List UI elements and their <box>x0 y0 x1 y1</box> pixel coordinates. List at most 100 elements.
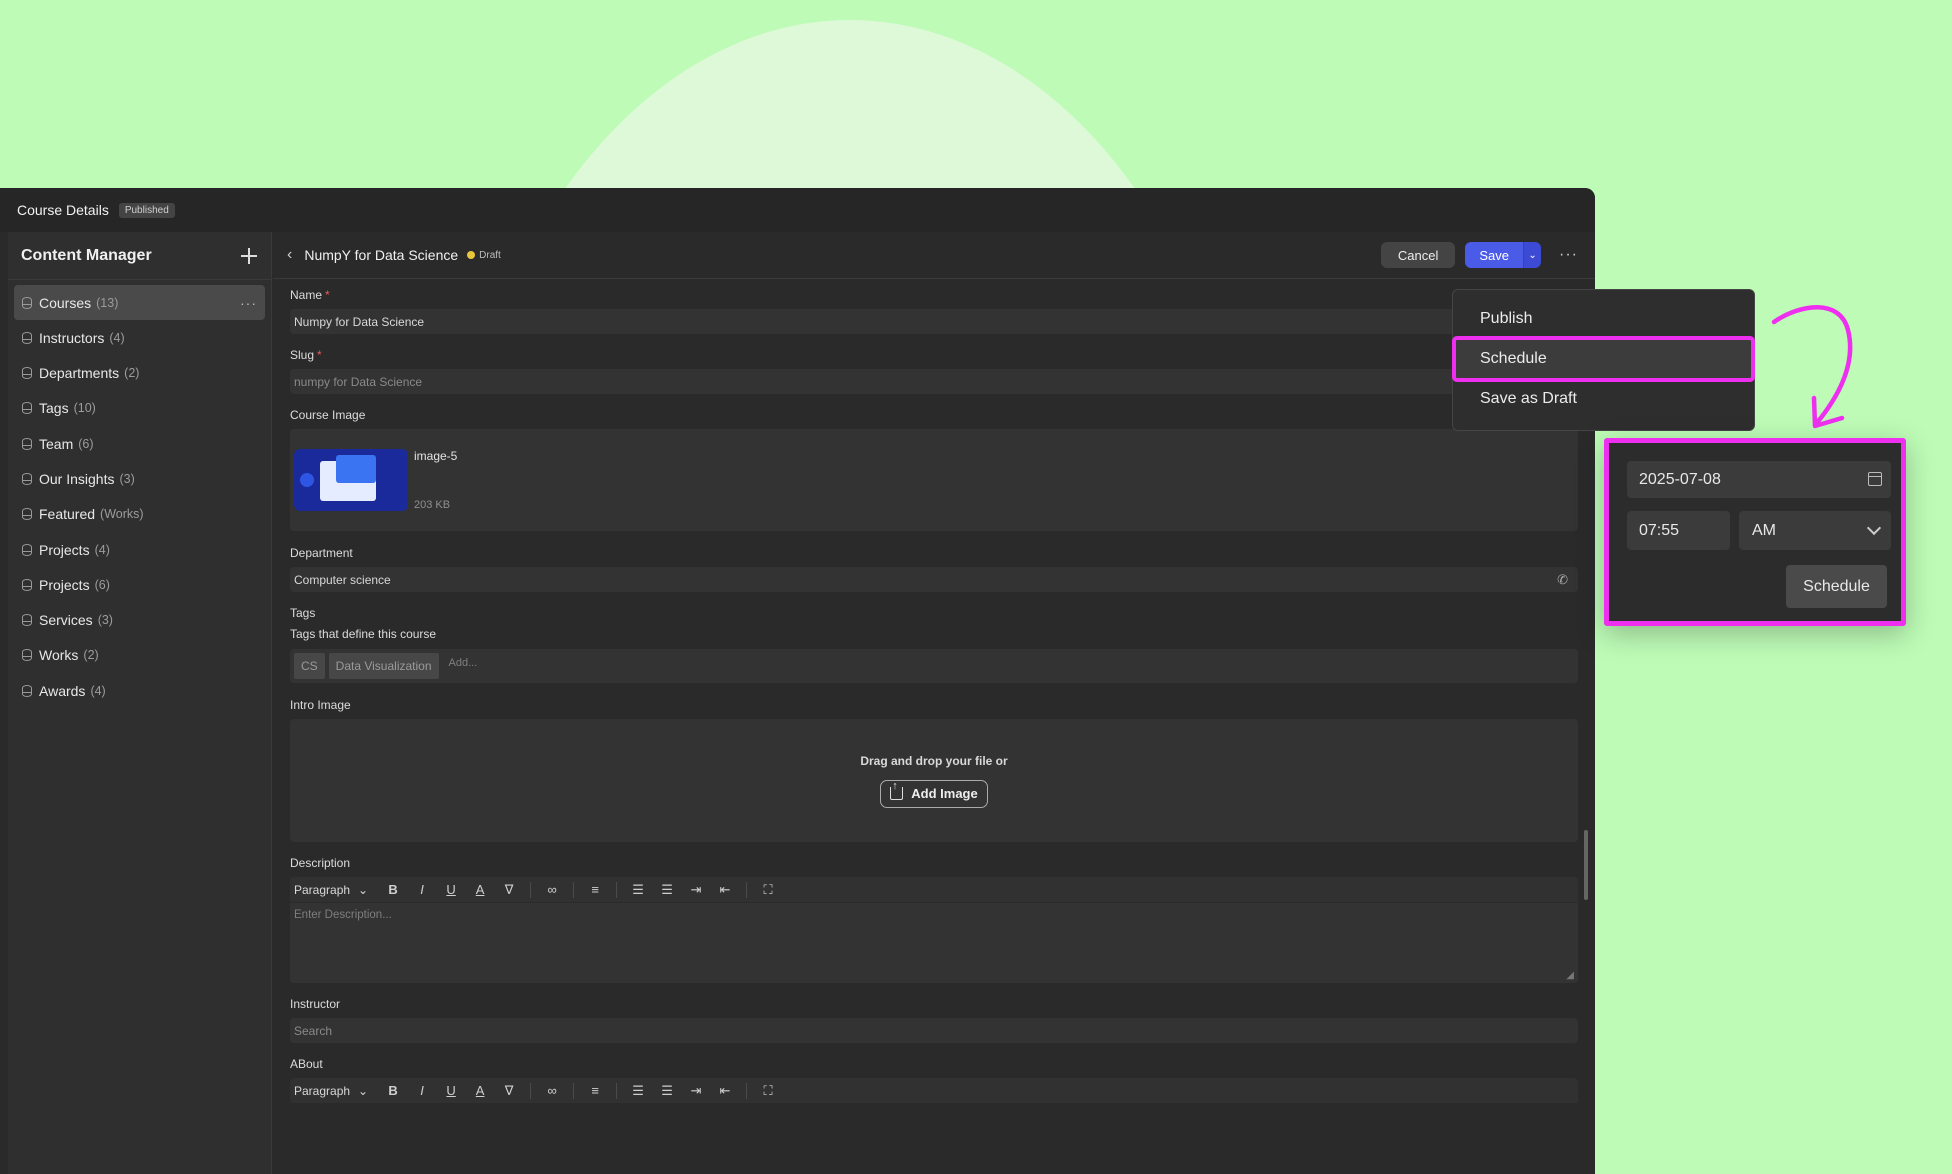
about-label: ABout <box>290 1057 323 1071</box>
image-size: 203 KB <box>414 499 451 511</box>
sidebar-item-team[interactable]: Team (6) <box>14 426 265 461</box>
schedule-date-input[interactable]: 2025-07-08 <box>1627 461 1891 498</box>
link-icon[interactable]: ∞ <box>544 882 560 897</box>
sidebar-item-label: Courses <box>39 294 92 311</box>
upload-icon <box>890 780 904 800</box>
paragraph-select[interactable]: Paragraph ⌄ <box>294 1084 368 1098</box>
save-button[interactable]: Save <box>1465 242 1524 268</box>
schedule-button[interactable]: Schedule <box>1786 565 1887 608</box>
tags-input[interactable]: CS Data Visualization Add... <box>290 649 1578 683</box>
numbered-list-icon[interactable]: ☰ <box>659 1083 675 1099</box>
schedule-time-input[interactable]: 07:55 <box>1627 511 1730 550</box>
sidebar-item-works[interactable]: Works (2) <box>14 638 265 673</box>
menu-item-save-as-draft[interactable]: Save as Draft <box>1453 379 1754 419</box>
bullet-list-icon[interactable]: ☰ <box>630 1083 646 1099</box>
underline-icon[interactable]: U <box>443 882 459 897</box>
name-input[interactable]: Numpy for Data Science <box>290 309 1578 334</box>
text-color-icon[interactable]: A <box>472 882 488 897</box>
menu-item-publish[interactable]: Publish <box>1453 299 1754 339</box>
bold-icon[interactable]: B <box>385 882 401 897</box>
outdent-icon[interactable]: ⇤ <box>717 882 733 898</box>
add-image-button[interactable]: Add Image <box>880 779 988 808</box>
tag-chip[interactable]: Data Visualization <box>328 653 439 679</box>
sidebar-item-instructors[interactable]: Instructors (4) <box>14 320 265 355</box>
align-icon[interactable]: ≡ <box>587 882 603 897</box>
course-image-thumbnail <box>294 449 408 511</box>
back-chevron-icon[interactable]: ‹ <box>287 246 292 264</box>
underline-icon[interactable]: U <box>443 1083 459 1098</box>
sidebar-item-label: Team <box>39 435 74 452</box>
instructor-search-input[interactable]: Search <box>290 1018 1578 1043</box>
scrollbar[interactable] <box>1584 830 1588 900</box>
sidebar-item-label: Featured <box>39 506 96 523</box>
schedule-period-value: AM <box>1752 521 1776 539</box>
cancel-button[interactable]: Cancel <box>1380 242 1456 268</box>
sidebar-item-our-insights[interactable]: Our Insights (3) <box>14 461 265 496</box>
indent-icon[interactable]: ⇥ <box>688 1083 704 1099</box>
sidebar: Content Manager Courses (13) ··· Instructor… <box>8 232 272 1174</box>
sidebar-item-count: (3) <box>119 471 135 486</box>
description-placeholder: Enter Description... <box>294 909 392 921</box>
name-label-text: Name <box>290 288 323 302</box>
department-field[interactable]: Computer science ✆ <box>290 567 1578 592</box>
sidebar-item-projects[interactable]: Projects (4) <box>14 532 265 567</box>
toolbar-divider <box>573 1082 575 1099</box>
sidebar-item-label: Projects <box>39 576 90 593</box>
align-icon[interactable]: ≡ <box>587 1083 603 1098</box>
highlight-icon[interactable]: ∇ <box>501 1083 517 1099</box>
bold-icon[interactable]: B <box>385 1083 401 1098</box>
intro-image-dropzone[interactable]: Drag and drop your file or Add Image <box>290 719 1578 842</box>
highlight-icon[interactable]: ∇ <box>501 882 517 898</box>
toolbar-divider <box>616 881 618 898</box>
sidebar-item-services[interactable]: Services (3) <box>14 603 265 638</box>
course-image-field[interactable]: image-5 203 KB <box>290 429 1578 531</box>
fullscreen-icon[interactable]: ⛶ <box>760 882 776 898</box>
tag-add-placeholder[interactable]: Add... <box>449 657 478 669</box>
sidebar-item-count: (Works) <box>100 507 144 522</box>
sidebar-item-awards[interactable]: Awards (4) <box>14 673 265 708</box>
sidebar-item-count: (4) <box>90 683 106 698</box>
image-meta: image-5 203 KB <box>414 449 457 511</box>
description-editor: Paragraph ⌄ B I U A ∇ ∞ ≡ ☰ ☰ ⇥ ⇤ ⛶ Ente… <box>290 877 1578 983</box>
sidebar-item-projects[interactable]: Projects (6) <box>14 567 265 602</box>
main-panel: ‹ NumpY for Data Science Draft Cancel Sa… <box>273 232 1595 1174</box>
sidebar-header: Content Manager <box>8 232 271 280</box>
text-color-icon[interactable]: A <box>472 1083 488 1098</box>
sidebar-item-label: Instructors <box>39 329 105 346</box>
course-image-label: Course Image <box>290 408 366 422</box>
more-options-icon[interactable]: ··· <box>1559 246 1578 264</box>
menu-item-schedule[interactable]: Schedule <box>1452 336 1755 382</box>
sidebar-item-departments[interactable]: Departments (2) <box>14 356 265 391</box>
schedule-period-select[interactable]: AM <box>1739 511 1891 550</box>
toolbar-divider <box>746 881 748 898</box>
resize-handle-icon[interactable]: ◢ <box>1566 970 1574 981</box>
window-title: Course Details <box>17 202 109 218</box>
toolbar-divider <box>746 1082 748 1099</box>
link-icon[interactable]: ∞ <box>544 1083 560 1098</box>
add-collection-icon[interactable] <box>241 247 257 264</box>
slug-label: Slug * <box>290 348 1578 362</box>
outdent-icon[interactable]: ⇤ <box>717 1083 733 1099</box>
sidebar-item-featured[interactable]: Featured (Works) <box>14 497 265 532</box>
window-titlebar: Course Details Published <box>0 188 1595 232</box>
paragraph-select[interactable]: Paragraph ⌄ <box>294 883 368 897</box>
description-textarea[interactable]: Enter Description... ◢ <box>290 903 1578 983</box>
sidebar-item-courses[interactable]: Courses (13) ··· <box>14 285 265 320</box>
sidebar-item-label: Projects <box>39 541 90 558</box>
fullscreen-icon[interactable]: ⛶ <box>760 1083 776 1099</box>
bullet-list-icon[interactable]: ☰ <box>630 882 646 898</box>
database-icon <box>22 296 32 309</box>
italic-icon[interactable]: I <box>414 1083 430 1098</box>
more-options-icon[interactable]: ··· <box>240 295 257 311</box>
save-options-chevron-icon[interactable]: ⌄ <box>1523 242 1542 268</box>
department-value: Computer science <box>294 572 391 587</box>
tag-chip[interactable]: CS <box>294 653 325 679</box>
sidebar-item-count: (6) <box>94 577 110 592</box>
indent-icon[interactable]: ⇥ <box>688 882 704 898</box>
draft-status-icon <box>467 251 476 259</box>
italic-icon[interactable]: I <box>414 882 430 897</box>
numbered-list-icon[interactable]: ☰ <box>659 882 675 898</box>
slug-input[interactable]: numpy for Data Science <box>290 369 1578 394</box>
calendar-icon[interactable] <box>1868 472 1882 486</box>
sidebar-item-tags[interactable]: Tags (10) <box>14 391 265 426</box>
